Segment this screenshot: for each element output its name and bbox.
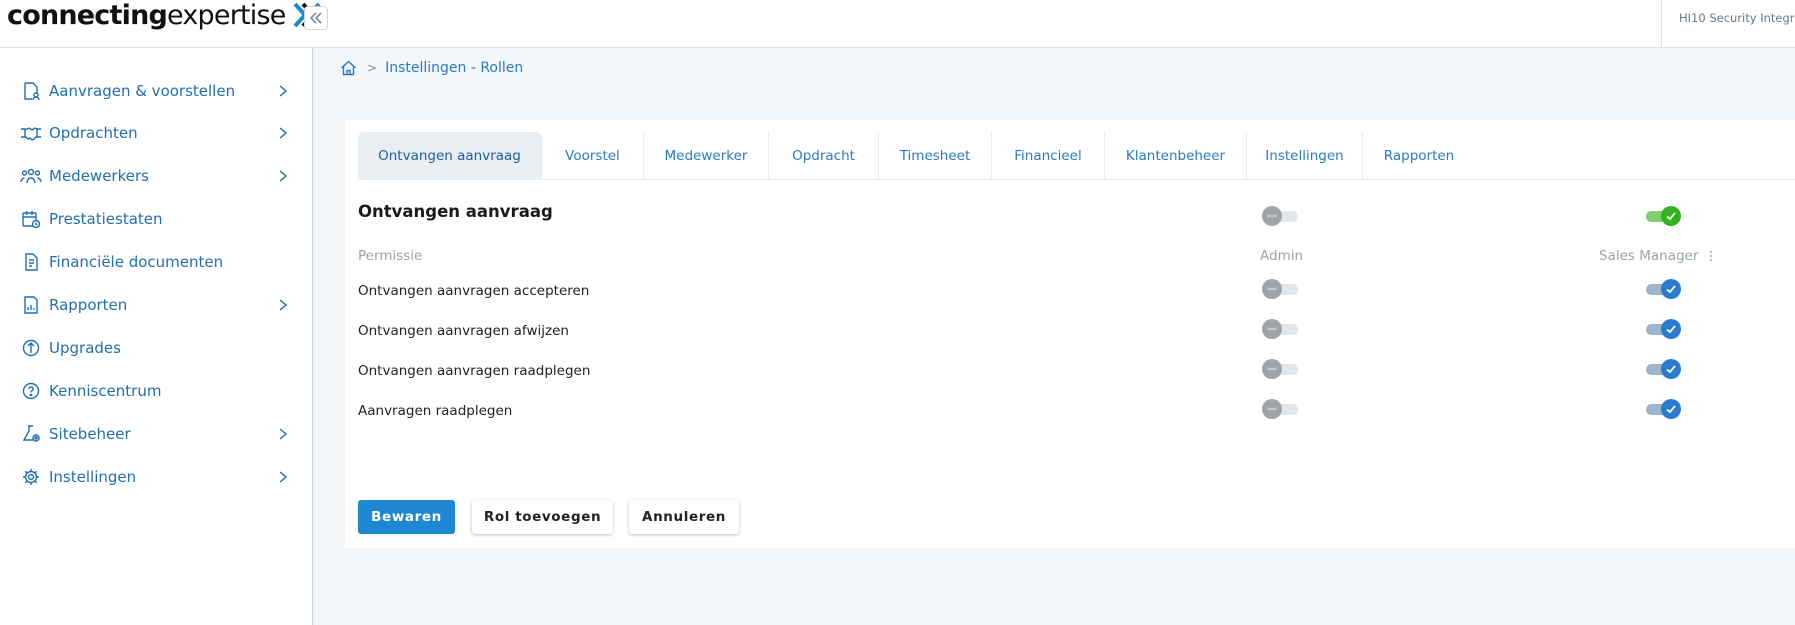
sidebar-item-sitebeheer[interactable]: Sitebeheer: [20, 419, 290, 449]
chevron-right-icon: [279, 127, 288, 139]
tab-voorstel[interactable]: Voorstel: [542, 132, 644, 180]
permission-label: Ontvangen aanvragen afwijzen: [358, 323, 569, 339]
brand-name-part2: expertise: [167, 0, 286, 31]
document-user-icon: [20, 80, 42, 102]
double-chevron-left-icon: [309, 12, 322, 24]
help-icon: [20, 380, 42, 402]
cancel-button[interactable]: Annuleren: [629, 500, 739, 534]
users-icon: [20, 165, 42, 187]
tab-rapporten[interactable]: Rapporten: [1363, 132, 1475, 180]
sidebar-item-rapporten[interactable]: Rapporten: [20, 290, 290, 320]
sidebar-item-label: Rapporten: [49, 296, 128, 314]
tab-bar: Ontvangen aanvraag Voorstel Medewerker O…: [358, 132, 1795, 180]
sidebar-item-label: Prestatiestaten: [49, 210, 163, 228]
flask-gear-icon: [20, 423, 42, 445]
top-bar: connecting expertise HI10 Security Integr…: [0, 0, 1795, 48]
chevron-right-icon: [279, 299, 288, 311]
tenant-name[interactable]: HI10 Security Integra: [1679, 11, 1795, 25]
sidebar-item-label: Upgrades: [49, 339, 121, 357]
column-header-sales-manager: Sales Manager: [1599, 248, 1699, 264]
gear-icon: [20, 466, 42, 488]
report-icon: [20, 294, 42, 316]
topbar-divider: [1661, 0, 1662, 48]
permission-label: Ontvangen aanvragen accepteren: [358, 283, 590, 299]
more-vertical-icon[interactable]: [1706, 248, 1716, 264]
column-header-admin: Admin: [1260, 248, 1304, 264]
admin-all-toggle[interactable]: [1262, 205, 1300, 227]
invoice-icon: [20, 251, 42, 273]
admin-permission-toggle[interactable]: [1262, 398, 1300, 420]
column-header-permission: Permissie: [358, 248, 423, 264]
sidebar-item-label: Kenniscentrum: [49, 382, 162, 400]
roles-card: Ontvangen aanvraag Voorstel Medewerker O…: [345, 120, 1795, 548]
chevron-right-icon: [279, 170, 288, 182]
admin-permission-toggle[interactable]: [1262, 318, 1300, 340]
sidebar-item-financiele-documenten[interactable]: Financiële documenten: [20, 247, 290, 277]
section-title: Ontvangen aanvraag: [358, 202, 553, 221]
tab-timesheet[interactable]: Timesheet: [879, 132, 992, 180]
sales-manager-permission-toggle[interactable]: [1644, 318, 1682, 340]
admin-permission-toggle[interactable]: [1262, 278, 1300, 300]
sidebar-item-aanvragen-voorstellen[interactable]: Aanvragen & voorstellen: [20, 76, 290, 106]
brand-name-part1: connecting: [7, 0, 168, 31]
sidebar-item-label: Aanvragen & voorstellen: [49, 82, 236, 100]
sidebar-item-label: Sitebeheer: [49, 425, 131, 443]
tab-instellingen[interactable]: Instellingen: [1247, 132, 1363, 180]
sidebar-item-kenniscentrum[interactable]: Kenniscentrum: [20, 376, 290, 406]
collapse-sidebar-button[interactable]: [304, 6, 328, 30]
sidebar-item-medewerkers[interactable]: Medewerkers: [20, 161, 290, 191]
chevron-right-icon: [279, 428, 288, 440]
sales-manager-permission-toggle[interactable]: [1644, 358, 1682, 380]
sidebar-item-label: Financiële documenten: [49, 253, 224, 271]
chevron-right-icon: [279, 471, 288, 483]
sales-manager-permission-toggle[interactable]: [1644, 398, 1682, 420]
tab-financieel[interactable]: Financieel: [992, 132, 1105, 180]
sidebar-item-label: Medewerkers: [49, 167, 149, 185]
permission-label: Aanvragen raadplegen: [358, 403, 513, 419]
sidebar-item-opdrachten[interactable]: Opdrachten: [20, 118, 290, 148]
chevron-right-icon: [279, 85, 288, 97]
admin-permission-toggle[interactable]: [1262, 358, 1300, 380]
tab-ontvangen-aanvraag[interactable]: Ontvangen aanvraag: [358, 132, 542, 180]
tab-opdracht[interactable]: Opdracht: [769, 132, 879, 180]
sidebar-item-prestatiestaten[interactable]: Prestatiestaten: [20, 204, 290, 234]
brand-logo[interactable]: connecting expertise: [7, 0, 322, 31]
breadcrumb-current[interactable]: Instellingen - Rollen: [385, 60, 523, 76]
save-button[interactable]: Bewaren: [358, 500, 455, 534]
permission-label: Ontvangen aanvragen raadplegen: [358, 363, 591, 379]
sales-manager-permission-toggle[interactable]: [1644, 278, 1682, 300]
calendar-clock-icon: [20, 208, 42, 230]
add-role-button[interactable]: Rol toevoegen: [472, 500, 613, 534]
upgrade-icon: [20, 337, 42, 359]
sidebar-item-label: Opdrachten: [49, 124, 138, 142]
handshake-icon: [20, 122, 42, 144]
home-icon[interactable]: [340, 60, 357, 76]
breadcrumb: > Instellingen - Rollen: [340, 60, 523, 76]
breadcrumb-separator: >: [367, 61, 378, 75]
sidebar-item-instellingen[interactable]: Instellingen: [20, 462, 290, 492]
sidebar-item-label: Instellingen: [49, 468, 137, 486]
sidebar: Aanvragen & voorstellen Opdrachten Medew…: [0, 48, 313, 625]
tab-klantenbeheer[interactable]: Klantenbeheer: [1105, 132, 1247, 180]
tab-medewerker[interactable]: Medewerker: [644, 132, 769, 180]
sales-manager-all-toggle[interactable]: [1644, 205, 1682, 227]
sidebar-item-upgrades[interactable]: Upgrades: [20, 333, 290, 363]
